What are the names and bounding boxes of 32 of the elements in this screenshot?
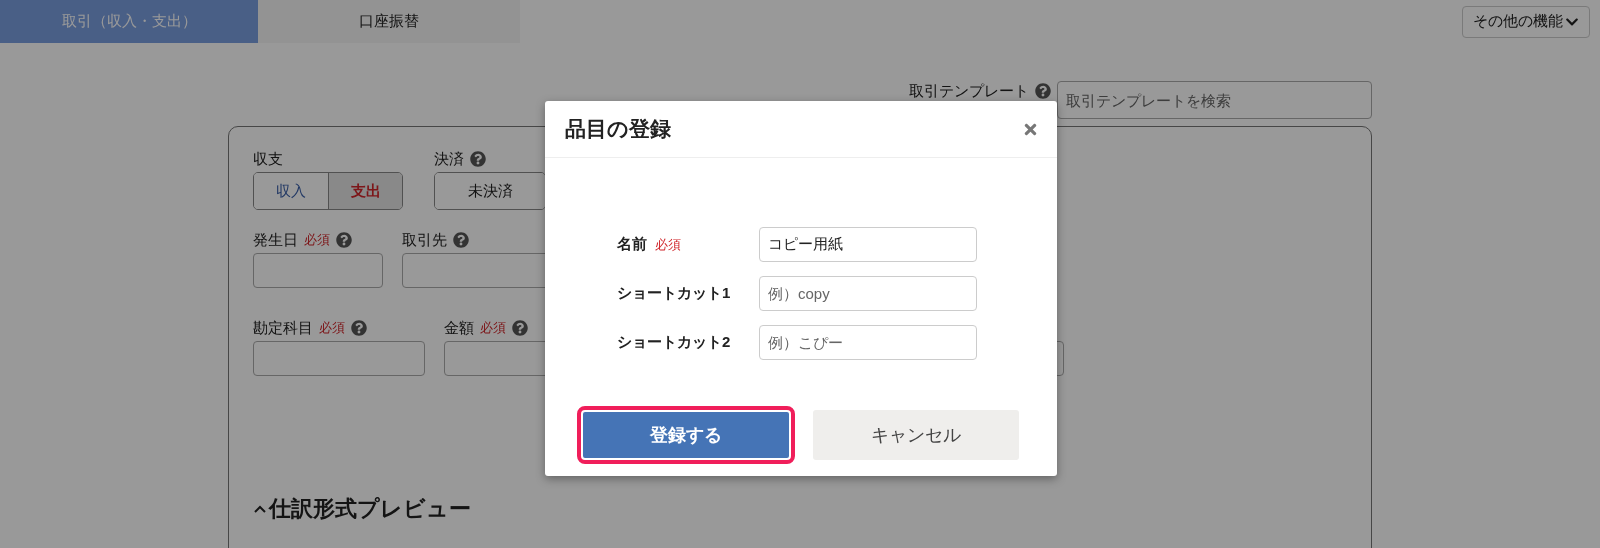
required-tag: 必須 xyxy=(655,235,681,254)
field-label: 金額 xyxy=(444,318,474,338)
required-tag: 必須 xyxy=(304,231,330,249)
toggle-option[interactable]: 未決済 xyxy=(435,173,545,209)
required-tag: 必須 xyxy=(319,319,345,337)
field-label: 決済 xyxy=(434,149,464,169)
input-field[interactable] xyxy=(253,253,383,288)
help-icon[interactable] xyxy=(336,232,352,248)
field-label: 勘定科目 xyxy=(253,318,313,338)
dialog-title: 品目の登録 xyxy=(565,116,671,142)
help-icon[interactable] xyxy=(351,320,367,336)
cancel-button[interactable]: キャンセル xyxy=(813,410,1019,460)
field-label: 収支 xyxy=(253,149,283,169)
input-field[interactable]: 例）copy xyxy=(759,276,977,311)
tab[interactable]: 口座振替 xyxy=(258,0,520,43)
input-field[interactable] xyxy=(253,341,425,376)
help-icon[interactable] xyxy=(1035,83,1051,99)
template-label: 取引テンプレート xyxy=(909,82,1029,101)
more-menu-button[interactable]: その他の機能 xyxy=(1462,5,1590,38)
field-label: 名前 xyxy=(617,235,647,254)
field-label: ショートカット1 xyxy=(617,284,731,303)
required-tag: 必須 xyxy=(480,319,506,337)
field-label: 取引先 xyxy=(402,230,447,250)
field-label: ショートカット2 xyxy=(617,333,731,352)
template-search-field[interactable]: 取引テンプレートを検索 xyxy=(1057,81,1372,119)
input-field[interactable]: 例）こぴー xyxy=(759,325,977,360)
preview-toggle[interactable]: 仕訳形式プレビュー xyxy=(253,494,471,524)
field-label: 発生日 xyxy=(253,230,298,250)
help-icon[interactable] xyxy=(470,151,486,167)
help-icon[interactable] xyxy=(512,320,528,336)
input-field[interactable]: コピー用紙 xyxy=(759,227,977,262)
help-icon[interactable] xyxy=(453,232,469,248)
